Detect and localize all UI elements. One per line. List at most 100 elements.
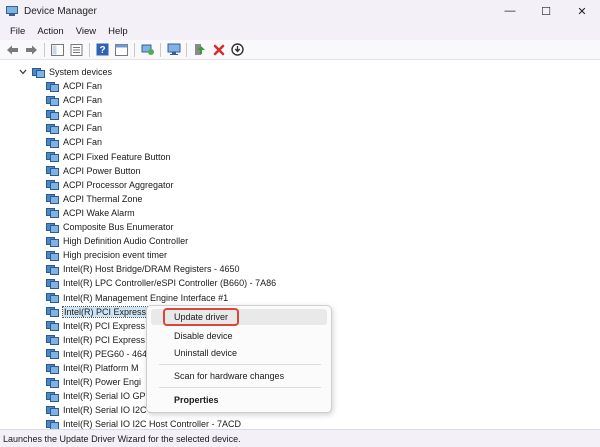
device-label: ACPI Fan [63, 109, 103, 120]
disable-device-icon[interactable] [230, 42, 246, 58]
tree-category-label: System devices [49, 67, 113, 77]
tree-category-system-devices[interactable]: System devices [18, 65, 112, 79]
device-label: ACPI Thermal Zone [63, 193, 143, 204]
device-label: Intel(R) Platform M [63, 363, 139, 373]
tree-device-row[interactable]: ACPI Fixed Feature Button [46, 150, 171, 164]
tree-device-row[interactable]: Intel(R) Platform M [46, 361, 139, 375]
menu-update-driver[interactable]: Update driver [151, 309, 327, 325]
tree-device-row[interactable]: Intel(R) Serial IO GP [46, 389, 146, 403]
menu-properties[interactable]: Properties [151, 392, 327, 408]
device-label: High precision event timer [63, 250, 168, 261]
tree-device-row[interactable]: Intel(R) PCI Express [46, 333, 145, 347]
tree-device-row[interactable]: Intel(R) Power Engi [46, 375, 141, 389]
toolbar-separator [134, 42, 135, 57]
tree-device-row[interactable]: ACPI Fan [46, 93, 102, 107]
device-label: Intel(R) PCI Express [63, 320, 146, 331]
tree-device-row[interactable]: ACPI Processor Aggregator [46, 178, 174, 192]
device-icon [46, 236, 59, 247]
tree-device-row[interactable]: Intel(R) PCI Express [46, 305, 149, 319]
tree-device-row[interactable]: ACPI Wake Alarm [46, 206, 135, 220]
device-label: ACPI Power Button [63, 165, 141, 176]
tree-device-row[interactable]: High precision event timer [46, 248, 167, 262]
tree-device-row[interactable]: Intel(R) PEG60 - 464 [46, 347, 147, 361]
device-icon [46, 193, 59, 205]
device-icon [46, 179, 59, 191]
device-icon [46, 264, 59, 275]
device-icon [46, 165, 59, 177]
device-label: Intel(R) Power Engi [63, 377, 142, 388]
device-icon [46, 348, 59, 360]
minimize-button[interactable]: — [492, 0, 528, 22]
uninstall-x-icon[interactable] [211, 42, 227, 58]
svg-text:?: ? [99, 45, 105, 56]
device-icon [46, 334, 59, 346]
menu-view[interactable]: View [70, 26, 102, 37]
forward-arrow-icon[interactable] [24, 42, 40, 58]
tree-device-row[interactable]: ACPI Fan [46, 121, 102, 135]
menu-uninstall-device[interactable]: Uninstall device [151, 345, 327, 361]
toolbar-separator [89, 42, 90, 57]
scan-hardware-icon[interactable] [140, 42, 156, 58]
device-label: ACPI Processor Aggregator [63, 179, 174, 190]
device-icon [46, 405, 59, 416]
close-button[interactable]: ✕ [564, 0, 600, 22]
maximize-button[interactable]: ☐ [528, 0, 564, 22]
device-icon [46, 306, 59, 318]
toolbar-separator [44, 42, 45, 57]
toolbar-separator [160, 42, 161, 57]
menu-separator [159, 364, 321, 365]
device-icon [46, 151, 59, 162]
menu-file[interactable]: File [4, 26, 31, 37]
device-icon [46, 95, 59, 106]
tree-device-row[interactable]: Intel(R) Serial IO I2C Host Controller -… [46, 417, 241, 429]
device-icon [46, 207, 59, 219]
tree-device-row[interactable]: High Definition Audio Controller [46, 234, 188, 248]
device-icon [46, 137, 59, 148]
show-hide-tree-icon[interactable] [50, 42, 66, 58]
tree-device-row[interactable]: Composite Bus Enumerator [46, 220, 174, 234]
monitor-icon[interactable] [166, 42, 182, 58]
add-driver-icon[interactable] [192, 42, 208, 58]
system-devices-icon [32, 67, 45, 78]
tree-device-row[interactable]: ACPI Fan [46, 107, 102, 121]
device-icon [46, 377, 59, 388]
chevron-down-icon[interactable] [18, 67, 28, 77]
device-label: ACPI Fan [63, 95, 103, 106]
tree-device-row[interactable]: ACPI Power Button [46, 164, 141, 178]
menu-bar: File Action View Help [0, 22, 600, 40]
device-icon [46, 250, 59, 261]
window-controls: — ☐ ✕ [492, 0, 600, 22]
menu-action[interactable]: Action [31, 26, 69, 37]
device-label: High Definition Audio Controller [63, 236, 189, 247]
device-label: ACPI Fan [63, 123, 103, 134]
device-label: Intel(R) PCI Express [63, 334, 146, 345]
status-bar: Launches the Update Driver Wizard for th… [0, 429, 600, 447]
tree-device-row[interactable]: Intel(R) PCI Express [46, 319, 145, 333]
device-label: Intel(R) Serial IO GP [63, 391, 146, 402]
menu-disable-device[interactable]: Disable device [151, 328, 327, 344]
tree-device-row[interactable]: ACPI Fan [46, 135, 102, 149]
device-manager-icon [6, 5, 18, 17]
tree-device-row[interactable]: Intel(R) Host Bridge/DRAM Registers - 46… [46, 262, 240, 276]
menu-separator [159, 387, 321, 388]
title-bar: Device Manager — ☐ ✕ [0, 0, 600, 22]
device-label: Intel(R) PCI Express [61, 305, 149, 318]
tree-device-row[interactable]: ACPI Fan [46, 79, 102, 93]
device-icon [46, 363, 59, 374]
device-label: Intel(R) Management Engine Interface #1 [63, 292, 229, 303]
device-icon [46, 292, 59, 303]
device-icon [46, 320, 59, 332]
menu-help[interactable]: Help [102, 26, 134, 37]
tree-device-row[interactable]: Intel(R) LPC Controller/eSPI Controller … [46, 276, 276, 290]
tree-device-row[interactable]: Intel(R) Management Engine Interface #1 [46, 291, 228, 305]
device-label: Intel(R) Host Bridge/DRAM Registers - 46… [63, 264, 240, 275]
details-view-icon[interactable] [114, 42, 130, 58]
context-menu: Update driver Disable device Uninstall d… [146, 305, 332, 413]
device-icon [46, 109, 59, 120]
device-label: Intel(R) PEG60 - 464 [63, 348, 148, 359]
properties-icon[interactable] [69, 42, 85, 58]
tree-device-row[interactable]: ACPI Thermal Zone [46, 192, 142, 206]
help-icon[interactable]: ? [95, 42, 111, 58]
back-arrow-icon[interactable] [5, 42, 21, 58]
menu-scan-hardware-changes[interactable]: Scan for hardware changes [151, 368, 327, 384]
